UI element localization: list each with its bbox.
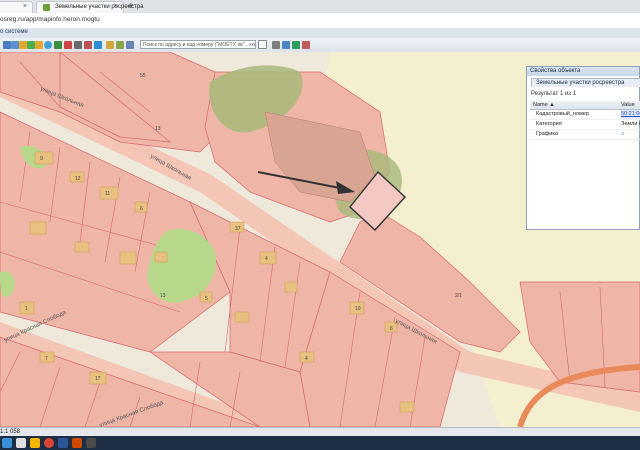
table-row[interactable]: Графика ⌂ <box>530 130 640 140</box>
row-name: Кадастровый_номер <box>536 111 589 117</box>
tab-previous[interactable]: × <box>0 1 33 13</box>
parcel-number: 2/1 <box>455 293 462 299</box>
properties-panel: Свойства объекта Земельные участки росре… <box>526 66 640 230</box>
zoom-in-icon[interactable] <box>19 41 27 49</box>
word-icon[interactable] <box>58 438 68 448</box>
parcel-number: 55 <box>140 73 146 79</box>
parcel-number: 4 <box>265 256 268 262</box>
explorer-icon[interactable] <box>16 438 26 448</box>
refresh-icon[interactable] <box>54 41 62 49</box>
row-name: Категория <box>536 121 562 127</box>
back-icon[interactable] <box>3 41 11 49</box>
parcel-number: 5 <box>205 296 208 302</box>
tab-parcels[interactable]: Земельные участки росреестра <box>531 78 640 87</box>
app-icon[interactable] <box>86 438 96 448</box>
identify-icon[interactable] <box>282 41 290 49</box>
table-row[interactable]: Категория Земли н <box>530 120 640 130</box>
parcel-number: 13 <box>155 126 161 132</box>
row-value-cadastral-link[interactable]: 50:21:00 <box>621 110 640 119</box>
draw-icon[interactable] <box>126 41 134 49</box>
search-icon[interactable] <box>258 40 267 49</box>
edit-icon[interactable] <box>292 41 300 49</box>
graphics-icon[interactable]: ⌂ <box>621 130 624 139</box>
address-search-input[interactable]: Поиск по адресу и кад номеру ("МОЕТУ, кв… <box>140 40 256 49</box>
new-tab-button[interactable]: + <box>128 1 134 12</box>
app-menu-label[interactable]: о системе <box>0 29 28 35</box>
map-toolbar: Поиск по адресу и кад номеру ("МОЕТУ, кв… <box>0 38 640 53</box>
scale-text: 1:1 058 <box>0 429 21 435</box>
properties-table: Name ▲ Value Кадастровый_номер 50:21:00 … <box>530 101 640 140</box>
parcel-number: 11 <box>105 191 110 197</box>
close-tab-icon[interactable]: × <box>114 3 118 10</box>
pan-icon[interactable] <box>35 41 43 49</box>
parcel-number: 6 <box>390 326 393 332</box>
parcel-number: 17 <box>95 376 101 382</box>
clear-icon[interactable] <box>302 41 310 49</box>
column-name[interactable]: Name ▲ <box>533 101 555 109</box>
layers-icon[interactable] <box>106 41 114 49</box>
parcel-number: 7 <box>45 356 48 362</box>
parcel-number: 10 <box>355 306 361 312</box>
row-value: Земли н <box>621 121 640 127</box>
app-icon[interactable] <box>72 438 82 448</box>
browser-tab-bar: × Земельные участки росреестра × + <box>0 0 640 13</box>
print-icon[interactable] <box>116 41 124 49</box>
url-text: osreg.ru/app/mapinfo.heron.mogtu <box>0 16 100 23</box>
start-icon[interactable] <box>2 438 12 448</box>
globe-icon[interactable] <box>44 41 52 49</box>
parcel-number: 9 <box>40 156 43 162</box>
folder-icon[interactable] <box>30 438 40 448</box>
column-value[interactable]: Value <box>621 101 635 109</box>
parcel-number: 4 <box>305 356 308 362</box>
measure-icon[interactable] <box>74 41 82 49</box>
forward-icon[interactable] <box>11 41 19 49</box>
parcel-number: 6 <box>140 206 143 212</box>
parcel-number: 13 <box>160 293 166 299</box>
result-count: Результат 1 из 1 <box>531 91 577 97</box>
zoom-out-icon[interactable] <box>27 41 35 49</box>
table-header: Name ▲ Value <box>530 101 640 110</box>
table-row[interactable]: Кадастровый_номер 50:21:00 <box>530 110 640 120</box>
select-icon[interactable] <box>84 41 92 49</box>
close-tab-icon[interactable]: × <box>23 3 27 10</box>
info-icon[interactable] <box>94 41 102 49</box>
parcel-number: 37 <box>235 226 241 232</box>
panel-header: Свойства объекта <box>527 67 639 76</box>
parcel-number: 12 <box>75 176 81 182</box>
row-name: Графика <box>536 131 558 137</box>
os-taskbar <box>0 436 640 450</box>
area-icon[interactable] <box>272 41 280 49</box>
home-icon[interactable] <box>64 41 72 49</box>
address-bar[interactable]: osreg.ru/app/mapinfo.heron.mogtu <box>0 13 640 29</box>
tab-active[interactable]: Земельные участки росреестра × <box>36 1 143 13</box>
favicon-icon <box>43 4 50 11</box>
chrome-icon[interactable] <box>44 438 54 448</box>
parcel-number: 1 <box>25 306 28 312</box>
